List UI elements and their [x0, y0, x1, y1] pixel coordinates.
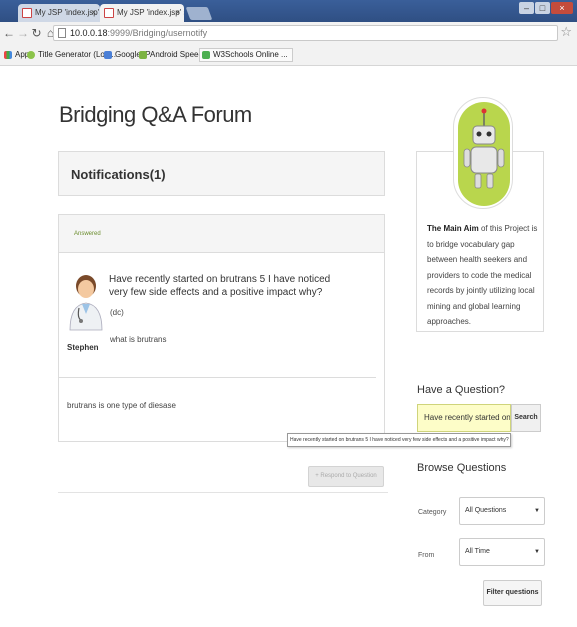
apps-grid-icon — [4, 51, 12, 59]
google-icon — [104, 51, 112, 59]
question-title[interactable]: Have recently started on brutrans 5 I ha… — [109, 273, 334, 299]
question-body: what is brutrans — [110, 335, 167, 344]
new-tab-button[interactable] — [185, 7, 213, 20]
answer-card-header: Answered — [59, 215, 384, 253]
url-path: :9999/Bridging/usernotify — [107, 28, 208, 38]
bookmarks-bar: Apps Title Generator (Log... Google IP A… — [0, 44, 577, 66]
doctor-avatar-icon — [69, 275, 103, 331]
robot-logo — [453, 97, 513, 209]
reload-icon[interactable]: ↻ — [31, 26, 42, 40]
browser-tab-active[interactable]: My JSP 'index.jsp' startin × — [100, 4, 184, 22]
notifications-title: Notifications(1) — [71, 167, 166, 182]
page-favicon-icon — [104, 8, 114, 18]
respond-to-question-button[interactable]: + Respond to Question — [308, 466, 384, 487]
bookmark-title-generator[interactable]: Title Generator (Log... — [27, 49, 116, 61]
dropdown-caret-icon: ▼ — [534, 549, 540, 555]
tab-title: My JSP 'index.jsp' startin — [35, 8, 100, 17]
answered-status-label: Answered — [74, 231, 101, 237]
window-controls: – □ × — [519, 2, 573, 16]
input-tooltip: Have recently started on brutrans 5 I ha… — [287, 433, 511, 447]
question-tag: (dc) — [110, 308, 124, 317]
ask-question-heading: Have a Question? — [417, 384, 506, 396]
address-bar[interactable]: 10.0.0.18:9999/Bridging/usernotify — [53, 25, 558, 41]
url-host: 10.0.0.18 — [70, 28, 108, 38]
browser-tab[interactable]: My JSP 'index.jsp' startin × — [18, 4, 100, 22]
back-arrow-icon[interactable]: ← — [3, 26, 15, 40]
close-window-icon[interactable]: × — [551, 2, 573, 14]
close-tab-icon[interactable]: × — [91, 4, 96, 22]
category-select[interactable]: All Questions ▼ — [459, 497, 545, 525]
filter-questions-button[interactable]: Filter questions — [483, 580, 542, 606]
divider — [59, 377, 376, 378]
browse-questions-heading: Browse Questions — [417, 462, 507, 474]
answer-card: Answered Stephen Have recently started o… — [58, 214, 385, 442]
divider — [58, 492, 388, 493]
robot-icon — [463, 108, 505, 189]
page-favicon-icon — [22, 8, 32, 18]
from-select[interactable]: All Time ▼ — [459, 538, 545, 566]
answer-text: brutrans is one type of diesase — [67, 401, 176, 410]
android-icon — [139, 51, 147, 59]
leaf-icon — [27, 51, 35, 59]
bookmark-star-icon[interactable]: ☆ — [560, 24, 572, 40]
from-value: All Time — [465, 548, 490, 555]
about-strong: The Main Aim — [427, 224, 479, 233]
asker-name: Stephen — [67, 343, 99, 352]
forward-arrow-icon[interactable]: → — [17, 26, 29, 40]
category-value: All Questions — [465, 507, 507, 514]
w3schools-icon — [202, 51, 210, 59]
from-label: From — [418, 552, 435, 559]
maximize-icon[interactable]: □ — [535, 2, 550, 14]
close-tab-icon[interactable]: × — [175, 4, 180, 22]
minimize-icon[interactable]: – — [519, 2, 534, 14]
search-button[interactable]: Search — [511, 404, 541, 432]
bookmark-label: W3Schools Online ... — [213, 50, 288, 59]
site-title: Bridging Q&A Forum — [59, 102, 252, 127]
about-body: of this Project is to bridge vocabulary … — [427, 224, 538, 326]
browser-toolbar: ← → ↻ ⌂ 10.0.0.18:9999/Bridging/usernoti… — [0, 22, 577, 44]
logo-background — [458, 102, 510, 206]
dropdown-caret-icon: ▼ — [534, 508, 540, 514]
page-icon — [58, 28, 66, 38]
bookmark-w3schools[interactable]: W3Schools Online ... — [199, 48, 293, 62]
browser-tab-strip: My JSP 'index.jsp' startin × My JSP 'ind… — [0, 0, 577, 22]
about-text: The Main Aim of this Project is to bridg… — [427, 221, 541, 330]
question-search-input[interactable]: Have recently started on brutra — [417, 404, 511, 432]
category-label: Category — [418, 509, 447, 516]
notifications-panel: Notifications(1) — [58, 151, 385, 196]
tab-title: My JSP 'index.jsp' startin — [117, 8, 184, 17]
